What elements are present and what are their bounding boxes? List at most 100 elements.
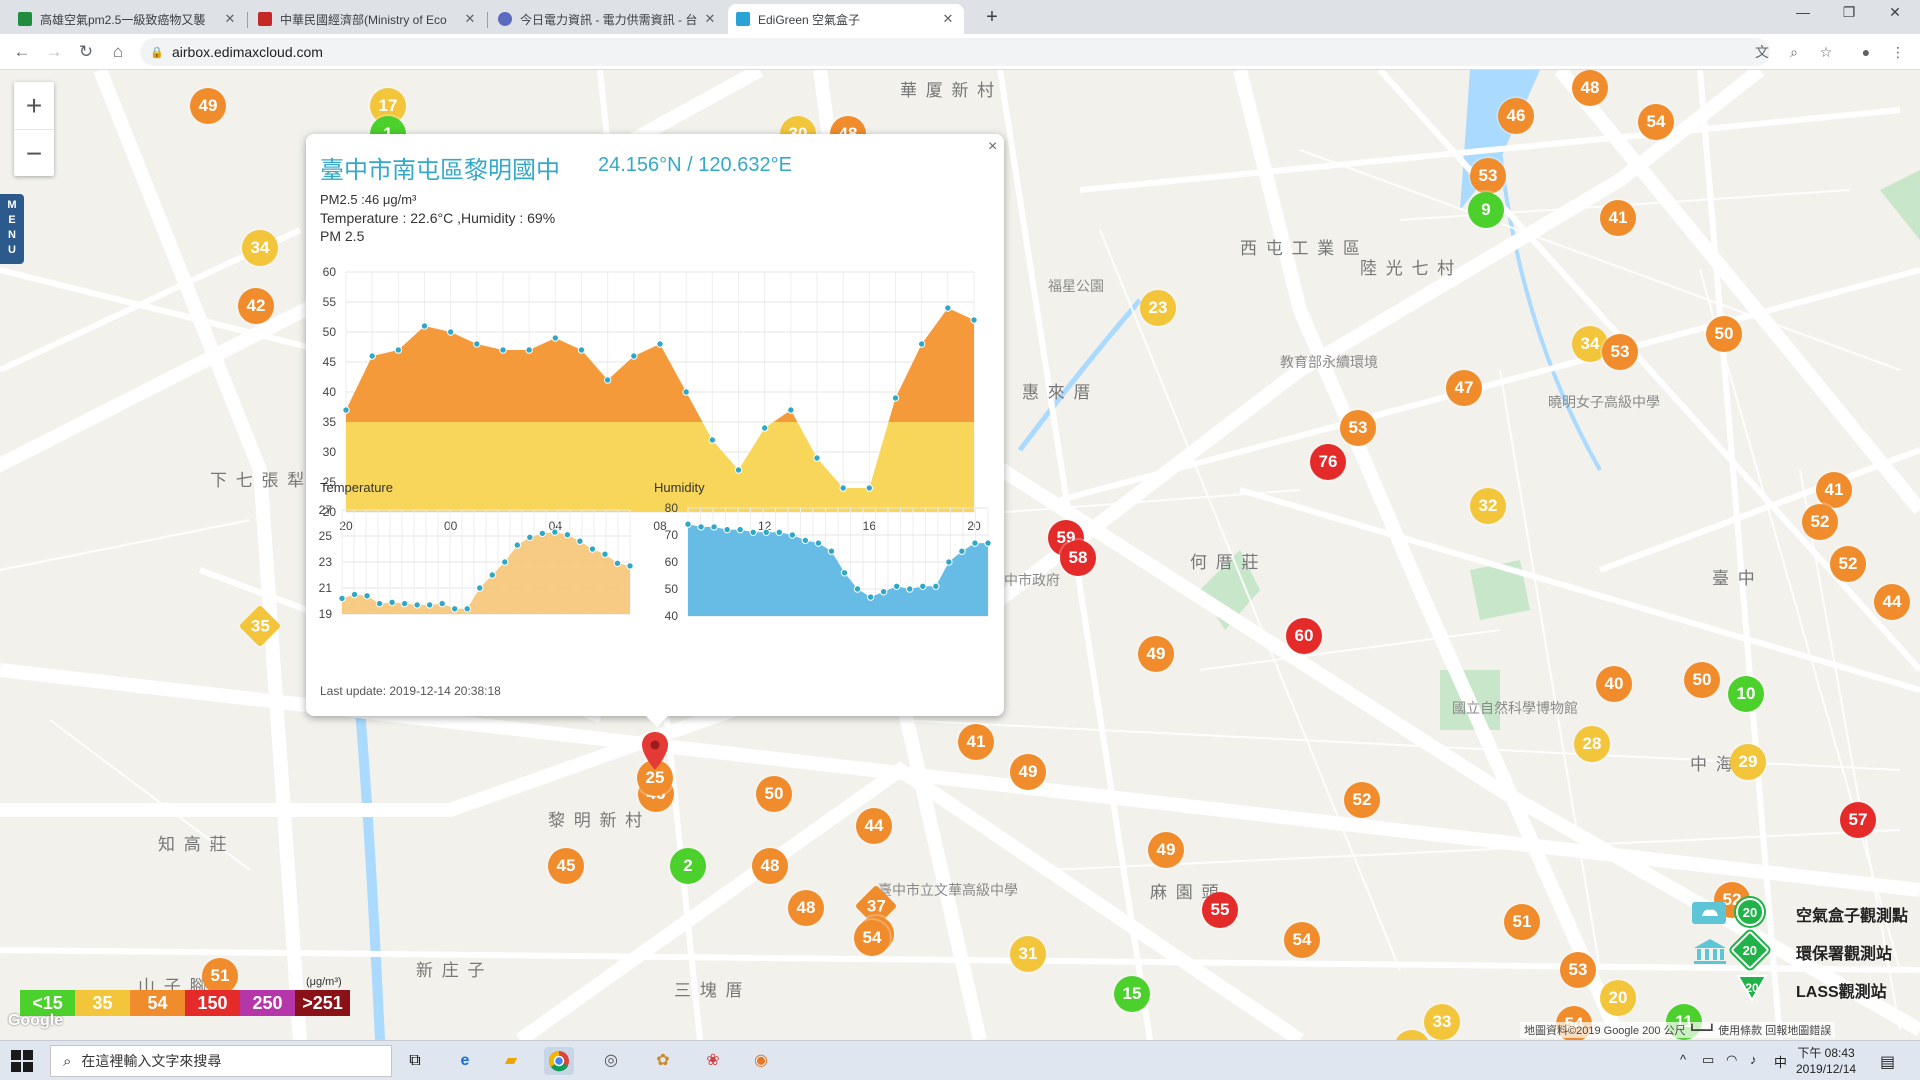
close-window-icon[interactable]: ✕ xyxy=(1872,4,1918,21)
tray-chevron-icon[interactable]: ^ xyxy=(1680,1052,1686,1067)
legend-lass[interactable]: 20 LASS觀測站 xyxy=(1690,972,1920,1010)
aqi-station-marker[interactable]: 53 xyxy=(1470,158,1506,194)
data-point xyxy=(375,599,384,608)
aqi-station-marker[interactable]: 9 xyxy=(1468,192,1504,228)
aqi-station-marker[interactable]: 45 xyxy=(548,848,584,884)
taskbar-clock[interactable]: 下午 08:43 2019/12/14 xyxy=(1796,1045,1856,1077)
aqi-station-marker[interactable]: 34 xyxy=(242,230,278,266)
restore-icon[interactable]: ❐ xyxy=(1826,4,1872,21)
aqi-station-marker[interactable]: 32 xyxy=(1470,488,1506,524)
aqi-station-marker[interactable]: 49 xyxy=(1148,832,1184,868)
zoom-out-button[interactable]: − xyxy=(14,129,54,176)
aqi-station-marker[interactable]: 50 xyxy=(1684,662,1720,698)
aqi-station-marker[interactable]: 41 xyxy=(958,724,994,760)
aqi-station-marker[interactable]: 41 xyxy=(1600,200,1636,236)
aqi-station-marker[interactable]: 54 xyxy=(854,920,890,956)
aqi-station-marker[interactable]: 29 xyxy=(1730,744,1766,780)
aqi-station-marker[interactable]: 23 xyxy=(1140,290,1176,326)
aqi-station-marker[interactable]: 49 xyxy=(1138,636,1174,672)
edge-icon[interactable]: e xyxy=(450,1047,480,1075)
aqi-station-marker[interactable]: 46 xyxy=(1498,98,1534,134)
volume-icon[interactable]: ♪ xyxy=(1750,1052,1757,1067)
aqi-station-marker[interactable]: 49 xyxy=(190,88,226,124)
aqi-station-marker[interactable]: 54 xyxy=(1638,104,1674,140)
home-icon[interactable]: ⌂ xyxy=(106,40,130,64)
taskbar-search-box[interactable]: ⌕ 在這裡輸入文字來搜尋 xyxy=(50,1045,392,1077)
back-icon[interactable]: ← xyxy=(10,40,34,64)
minimize-icon[interactable]: — xyxy=(1780,4,1826,20)
forward-icon[interactable]: → xyxy=(42,40,66,64)
blender-icon[interactable]: ◉ xyxy=(746,1047,776,1075)
address-bar[interactable]: 🔒 airbox.edimaxcloud.com xyxy=(140,38,1770,66)
wifi-icon[interactable]: ◠ xyxy=(1726,1052,1737,1068)
map-canvas[interactable]: 華 厦 新 村 西 屯 工 業 區 陸 光 七 村 福星公園 惠 來 厝 何 厝… xyxy=(0,70,1920,1040)
browser-tab[interactable]: 中華民國經濟部(Ministry of Eco ✕ xyxy=(250,4,486,34)
profile-icon[interactable]: ● xyxy=(1856,42,1876,62)
notification-icon[interactable]: ▤ xyxy=(1880,1052,1895,1072)
aqi-station-marker[interactable]: 48 xyxy=(1572,70,1608,106)
tab-close-icon[interactable]: ✕ xyxy=(702,11,718,27)
aqi-station-marker[interactable]: 49 xyxy=(1010,754,1046,790)
aqi-station-marker[interactable]: 42 xyxy=(238,288,274,324)
aqi-station-marker[interactable]: 76 xyxy=(1310,444,1346,480)
aqi-station-marker[interactable]: 10 xyxy=(1728,676,1764,712)
translate-icon[interactable]: 文 xyxy=(1752,42,1772,62)
aqi-station-marker[interactable]: 20 xyxy=(1600,980,1636,1016)
tab-close-icon[interactable]: ✕ xyxy=(222,11,238,27)
file-explorer-icon[interactable]: ▰ xyxy=(496,1047,526,1075)
aqi-station-marker[interactable]: 57 xyxy=(1840,802,1876,838)
aqi-station-marker[interactable]: 54 xyxy=(1284,922,1320,958)
close-icon[interactable]: × xyxy=(988,138,997,156)
aqi-station-marker[interactable]: 53 xyxy=(1560,952,1596,988)
aqi-station-marker[interactable]: 52 xyxy=(1830,546,1866,582)
aqi-station-marker[interactable]: 2 xyxy=(670,848,706,884)
aqi-station-marker[interactable]: 44 xyxy=(1874,584,1910,620)
browser-tab[interactable]: 高雄空氣pm2.5一級致癌物又襲 ✕ xyxy=(10,4,246,34)
aqi-station-marker[interactable]: 53 xyxy=(1602,334,1638,370)
app-icon[interactable]: ✿ xyxy=(648,1047,678,1075)
zoom-icon[interactable]: ⌕ xyxy=(1784,42,1804,62)
windows-start-icon[interactable] xyxy=(10,1049,34,1073)
aqi-station-marker[interactable]: 48 xyxy=(752,848,788,884)
aqi-station-marker[interactable]: 41 xyxy=(1816,472,1852,508)
legend-epa[interactable]: 20 環保署觀測站 xyxy=(1690,930,1920,972)
app-icon[interactable]: ❀ xyxy=(698,1047,728,1075)
aqi-station-marker[interactable]: 53 xyxy=(1340,410,1376,446)
chrome-icon[interactable] xyxy=(544,1047,574,1075)
zoom-in-button[interactable]: + xyxy=(14,82,54,129)
map-attribution[interactable]: 地圖資料©2019 Google 200 公尺 ┗━━┛ 使用條款 回報地圖錯誤 xyxy=(1520,1022,1836,1038)
aqi-station-marker[interactable]: 48 xyxy=(788,890,824,926)
aqi-station-marker[interactable]: 55 xyxy=(1202,892,1238,928)
task-view-icon[interactable]: ⧉ xyxy=(400,1047,430,1075)
more-menu-icon[interactable]: ⋮ xyxy=(1888,42,1908,62)
menu-toggle-button[interactable]: MENU xyxy=(0,194,24,264)
ime-indicator[interactable]: 中 xyxy=(1774,1052,1787,1071)
aqi-station-marker[interactable]: 51 xyxy=(1504,904,1540,940)
aqi-station-marker[interactable]: 44 xyxy=(856,808,892,844)
aqi-station-marker[interactable]: 40 xyxy=(1596,666,1632,702)
aqi-station-marker[interactable]: 50 xyxy=(756,776,792,812)
reload-icon[interactable]: ↻ xyxy=(74,40,98,64)
aqi-station-marker[interactable]: 51 xyxy=(202,958,238,994)
browser-tab-active[interactable]: EdiGreen 空氣盒子 ✕ xyxy=(728,4,964,34)
aqi-station-marker[interactable]: 50 xyxy=(1706,316,1742,352)
app-icon[interactable]: ◎ xyxy=(596,1047,626,1075)
aqi-station-marker[interactable]: 58 xyxy=(1060,540,1096,576)
aqi-station-marker[interactable]: 47 xyxy=(1446,370,1482,406)
aqi-station-marker[interactable]: 33 xyxy=(1424,1004,1460,1040)
aqi-station-marker[interactable]: 15 xyxy=(1114,976,1150,1012)
bookmark-star-icon[interactable]: ☆ xyxy=(1816,42,1836,62)
map-label: 中市政府 xyxy=(1004,572,1060,588)
legend-airbox[interactable]: 20 空氣盒子觀測點 xyxy=(1690,896,1920,934)
browser-tab[interactable]: 今日電力資訊 - 電力供需資訊 - 台 ✕ xyxy=(490,4,726,34)
aqi-station-marker[interactable]: 52 xyxy=(1344,782,1380,818)
tab-close-icon[interactable]: ✕ xyxy=(940,11,956,27)
tab-close-icon[interactable]: ✕ xyxy=(462,11,478,27)
aqi-station-marker[interactable]: 52 xyxy=(1802,504,1838,540)
new-tab-button[interactable]: + xyxy=(978,6,1006,29)
aqi-station-marker[interactable]: 31 xyxy=(1010,936,1046,972)
aqi-station-marker[interactable]: 28 xyxy=(1574,726,1610,762)
location-pin-icon[interactable] xyxy=(641,732,669,772)
aqi-station-marker[interactable]: 60 xyxy=(1286,618,1322,654)
battery-icon[interactable]: ▭ xyxy=(1702,1052,1714,1068)
